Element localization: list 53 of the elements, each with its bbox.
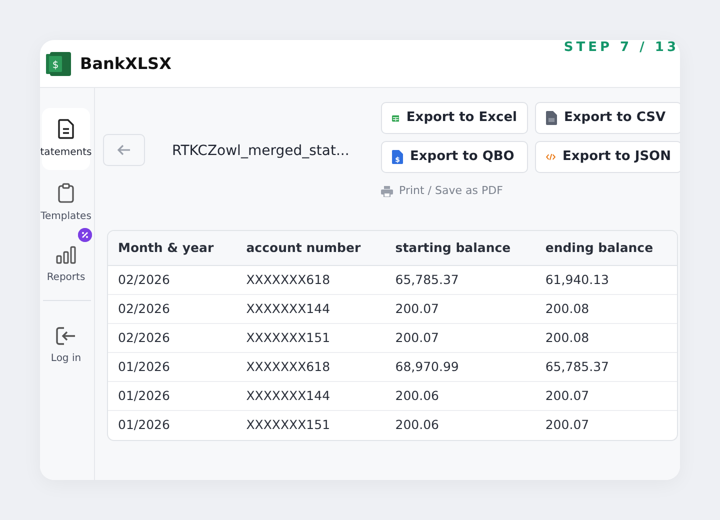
printer-icon bbox=[381, 186, 393, 197]
table-cell: XXXXXXX151 bbox=[236, 410, 386, 440]
table-cell: 02/2026 bbox=[108, 294, 236, 324]
column-header: account number bbox=[236, 230, 386, 266]
brand-name: BankXLSX bbox=[80, 52, 172, 74]
table-cell: 01/2026 bbox=[108, 352, 236, 382]
sidebar-label: tatements bbox=[40, 146, 92, 160]
table-cell: XXXXXXX618 bbox=[236, 352, 386, 382]
sidebar-item[interactable]: Reports bbox=[42, 234, 90, 296]
export-button[interactable]: Export to JSON bbox=[535, 141, 680, 173]
bar-chart-icon bbox=[56, 246, 76, 264]
table-cell: 61,940.13 bbox=[535, 266, 677, 295]
column-header: starting balance bbox=[385, 230, 536, 266]
file-icon bbox=[546, 111, 557, 125]
print-link[interactable]: Print / Save as PDF bbox=[381, 183, 680, 200]
table-cell: 02/2026 bbox=[108, 324, 236, 353]
table-cell: 200.06 bbox=[385, 410, 536, 440]
table-cell: 200.07 bbox=[535, 410, 677, 440]
column-header: Month & year bbox=[108, 230, 236, 266]
sidebar-item[interactable]: Templates bbox=[42, 172, 90, 234]
table-cell: 200.06 bbox=[385, 382, 536, 411]
table-cell: XXXXXXX151 bbox=[236, 324, 386, 353]
table-cell: 200.08 bbox=[535, 294, 677, 324]
table-cell: 200.07 bbox=[385, 294, 536, 324]
table-cell: XXXXXXX144 bbox=[236, 382, 386, 411]
sidebar-label: Log in bbox=[50, 352, 82, 366]
document-icon bbox=[58, 118, 74, 138]
table-cell: 200.07 bbox=[535, 382, 677, 411]
back-button[interactable] bbox=[103, 134, 145, 166]
table-cell: 65,785.37 bbox=[385, 266, 536, 295]
file-title: RTKCZowl_merged_stat... bbox=[172, 142, 350, 161]
code-icon bbox=[546, 151, 556, 163]
sidebar-item[interactable]: Log in bbox=[42, 315, 90, 377]
column-header: ending balance bbox=[535, 230, 677, 266]
sidebar-label: Reports bbox=[46, 270, 86, 284]
table-cell: 01/2026 bbox=[108, 382, 236, 411]
sidebar-label: Templates bbox=[40, 210, 92, 224]
back-arrow-icon bbox=[117, 144, 131, 156]
step-indicator: STEP 7 / 13 bbox=[564, 39, 679, 57]
table-cell: 68,970.99 bbox=[385, 352, 536, 382]
table-cell: XXXXXXX144 bbox=[236, 294, 386, 324]
table-cell: XXXXXXX618 bbox=[236, 266, 386, 295]
table-cell: 200.07 bbox=[385, 324, 536, 353]
clipboard-icon bbox=[58, 182, 74, 202]
login-icon bbox=[56, 326, 76, 344]
export-button[interactable]: Export to Excel bbox=[381, 102, 528, 134]
table-cell: 02/2026 bbox=[108, 266, 236, 295]
table-cell: 01/2026 bbox=[108, 410, 236, 440]
table-cell: 65,785.37 bbox=[535, 352, 677, 382]
sidebar-item[interactable]: tatements bbox=[42, 108, 90, 170]
export-button[interactable]: Export to CSV bbox=[535, 102, 680, 134]
table-icon bbox=[392, 112, 400, 124]
table-cell: 200.08 bbox=[535, 324, 677, 353]
